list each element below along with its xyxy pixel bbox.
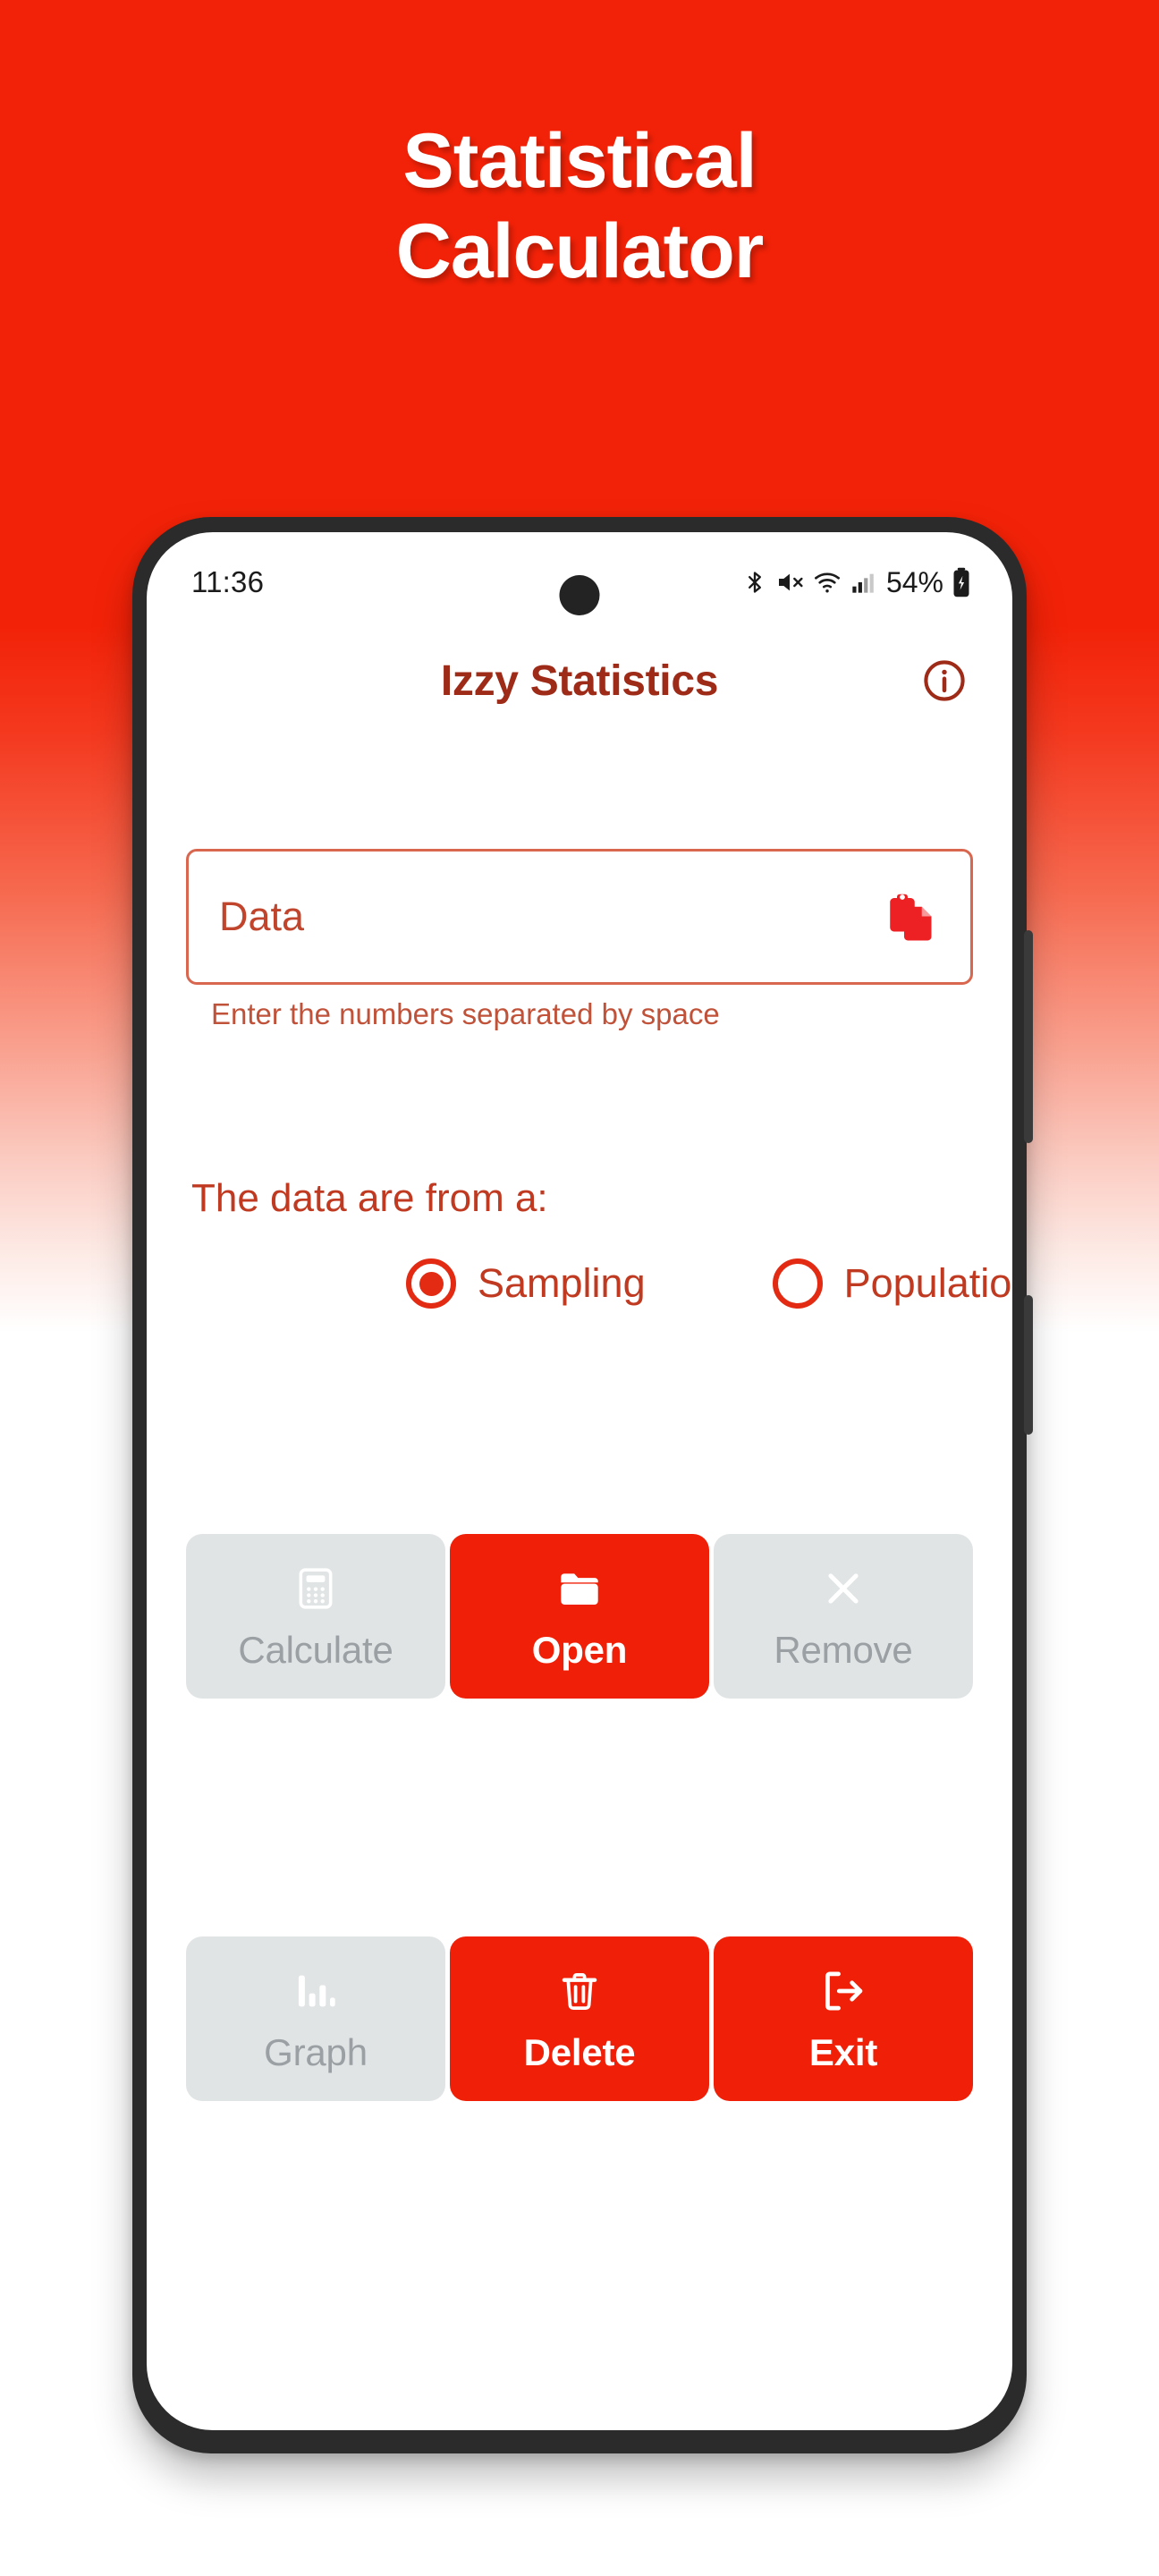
- front-camera-punch-hole: [559, 575, 600, 615]
- bluetooth-icon: [742, 568, 767, 597]
- status-clock: 11:36: [191, 565, 265, 598]
- action-button-row-1: Calculate Open Remove: [186, 1534, 973, 1699]
- data-input-hint: Enter the numbers separated by space: [211, 997, 720, 1030]
- radio-button-sampling[interactable]: [406, 1258, 456, 1309]
- info-icon[interactable]: [919, 656, 969, 706]
- calculate-button[interactable]: Calculate: [186, 1534, 445, 1699]
- radio-selected-dot: [419, 1271, 444, 1296]
- delete-button-label: Delete: [523, 2031, 636, 2073]
- battery-icon: [952, 567, 971, 597]
- radio-option-sampling[interactable]: Sampling: [406, 1258, 646, 1309]
- data-source-label: The data are from a:: [191, 1176, 548, 1220]
- mute-icon: [775, 568, 804, 597]
- calculate-button-label: Calculate: [238, 1629, 393, 1671]
- paste-icon[interactable]: [879, 885, 943, 949]
- exit-button-label: Exit: [808, 2031, 878, 2073]
- logout-icon: [818, 1963, 868, 2019]
- app-content: Data Enter the numbers separated by spac…: [147, 729, 1012, 2430]
- radio-option-population[interactable]: Population: [772, 1258, 1012, 1309]
- volume-rocker-button[interactable]: [1024, 930, 1033, 1143]
- cellular-signal-icon: [850, 569, 876, 596]
- graph-button[interactable]: Graph: [186, 1936, 445, 2101]
- data-source-radio-group: Sampling Population: [191, 1258, 1012, 1309]
- graph-button-label: Graph: [264, 2031, 368, 2073]
- calculator-icon: [293, 1561, 338, 1616]
- promo-title-line1: Statistical: [402, 118, 757, 204]
- app-title: Izzy Statistics: [440, 657, 719, 705]
- data-input[interactable]: Data: [186, 849, 973, 985]
- wifi-icon: [812, 568, 842, 597]
- data-field-group: Data Enter the numbers separated by spac…: [186, 849, 973, 1031]
- bar-chart-icon: [292, 1963, 339, 2019]
- delete-button[interactable]: Delete: [450, 1936, 709, 2101]
- remove-button-label: Remove: [774, 1629, 913, 1671]
- remove-button[interactable]: Remove: [714, 1534, 973, 1699]
- phone-screen: 11:36 54% Izzy Statistics Data Enter the…: [147, 532, 1012, 2430]
- action-button-row-2: Graph Delete Exit: [186, 1936, 973, 2101]
- close-icon: [820, 1561, 867, 1616]
- app-header: Izzy Statistics: [147, 632, 1012, 729]
- open-button[interactable]: Open: [450, 1534, 709, 1699]
- exit-button[interactable]: Exit: [714, 1936, 973, 2101]
- data-input-placeholder: Data: [219, 894, 305, 939]
- open-button-label: Open: [531, 1629, 628, 1671]
- promo-title: Statistical Calculator: [0, 116, 1159, 298]
- battery-percent-label: 54%: [885, 565, 943, 598]
- status-icon-group: 54%: [742, 566, 971, 599]
- power-button[interactable]: [1024, 1295, 1033, 1435]
- radio-label-population: Population: [843, 1260, 1012, 1306]
- radio-button-population[interactable]: [772, 1258, 823, 1309]
- radio-label-sampling: Sampling: [478, 1260, 646, 1306]
- phone-mockup: 11:36 54% Izzy Statistics Data Enter the…: [132, 517, 1033, 2453]
- promo-title-line2: Calculator: [395, 208, 765, 295]
- folder-icon: [554, 1561, 605, 1616]
- trash-icon: [557, 1963, 602, 2019]
